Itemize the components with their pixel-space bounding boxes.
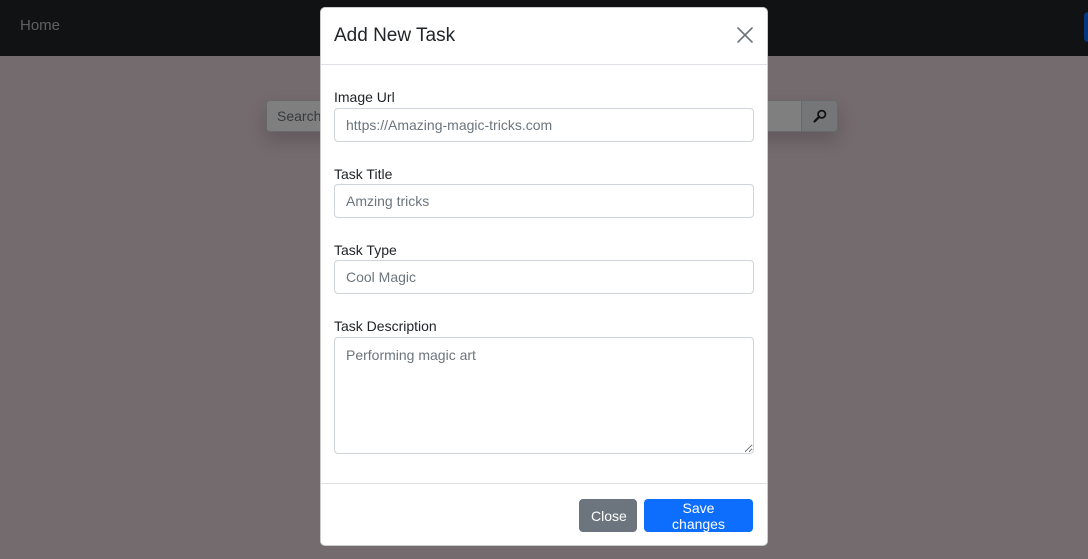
task-description-label: Task Description xyxy=(334,318,437,334)
image-url-label: Image Url xyxy=(334,89,395,105)
modal-footer: Close Save changes xyxy=(321,483,767,546)
modal-title: Add New Task xyxy=(334,25,456,46)
task-title-input[interactable] xyxy=(334,184,754,218)
task-type-input[interactable] xyxy=(334,260,754,294)
close-button[interactable]: Close xyxy=(579,499,637,532)
add-task-modal: Add New Task Image Url Task Title Task T… xyxy=(320,7,768,546)
task-description-textarea[interactable] xyxy=(334,337,754,454)
image-url-input[interactable] xyxy=(334,108,754,142)
close-icon[interactable] xyxy=(735,25,755,45)
save-changes-button[interactable]: Save changes xyxy=(644,499,753,532)
task-type-label: Task Type xyxy=(334,242,397,258)
task-title-label: Task Title xyxy=(334,166,393,182)
modal-header: Add New Task xyxy=(321,8,767,65)
